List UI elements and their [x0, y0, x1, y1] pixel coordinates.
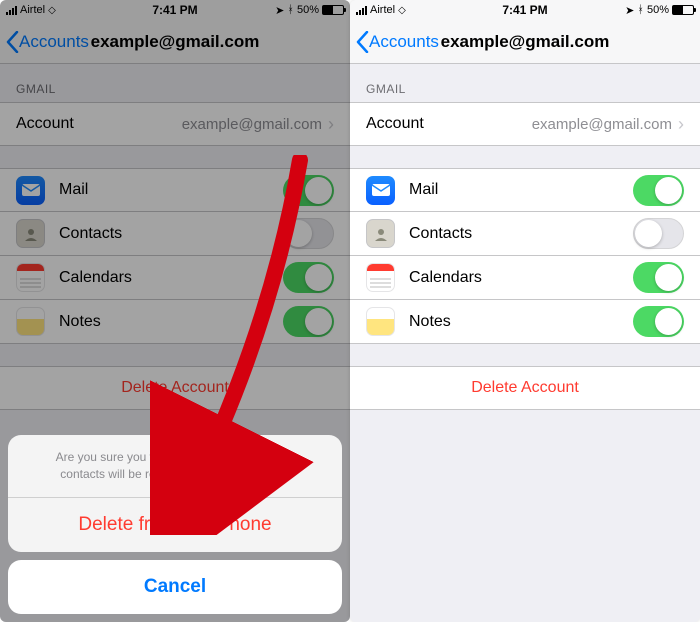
carrier-label: Airtel [370, 4, 395, 16]
delete-account-button[interactable]: Delete Account [350, 366, 700, 410]
signal-bars-icon [356, 6, 367, 15]
section-header-gmail: GMAIL [350, 64, 700, 102]
service-label: Notes [409, 313, 633, 331]
battery-icon [672, 5, 694, 15]
battery-pct: 50% [647, 4, 669, 16]
service-label: Contacts [409, 225, 633, 243]
toggle-mail[interactable] [633, 175, 684, 206]
mail-icon [366, 176, 395, 205]
wifi-icon: ◇ [398, 5, 406, 16]
service-label: Mail [409, 181, 633, 199]
content-area: GMAIL Account example@gmail.com › Mail C… [350, 64, 700, 622]
service-row-calendars: Calendars [350, 256, 700, 300]
calendar-icon [366, 263, 395, 292]
chevron-left-icon [356, 31, 369, 53]
action-sheet: Are you sure you want to continue? All G… [8, 435, 342, 614]
account-value: example@gmail.com [424, 116, 678, 133]
toggle-notes[interactable] [633, 306, 684, 337]
notes-icon [366, 307, 395, 336]
account-row[interactable]: Account example@gmail.com › [350, 102, 700, 146]
toggle-contacts[interactable] [633, 218, 684, 249]
services-group: Mail Contacts Calendars Notes [350, 168, 700, 344]
service-row-contacts: Contacts [350, 212, 700, 256]
bluetooth-icon: ᚼ [637, 4, 644, 16]
sheet-delete-button[interactable]: Delete from My iPhone [8, 497, 342, 552]
service-row-notes: Notes [350, 300, 700, 344]
location-icon: ➤ [625, 4, 634, 17]
toggle-calendars[interactable] [633, 262, 684, 293]
screenshot-right: Airtel ◇ 7:41 PM ➤ ᚼ 50% Accounts exampl… [350, 0, 700, 622]
back-label: Accounts [369, 32, 439, 52]
contacts-icon [366, 219, 395, 248]
status-bar: Airtel ◇ 7:41 PM ➤ ᚼ 50% [350, 0, 700, 20]
service-row-mail: Mail [350, 168, 700, 212]
service-label: Calendars [409, 269, 633, 287]
screenshot-left: Airtel ◇ 7:41 PM ➤ ᚼ 50% Accounts exampl… [0, 0, 350, 622]
nav-bar: Accounts example@gmail.com [350, 20, 700, 64]
back-button[interactable]: Accounts [350, 31, 439, 53]
sheet-message: Are you sure you want to continue? All G… [8, 435, 342, 497]
chevron-right-icon: › [678, 114, 684, 135]
sheet-cancel-button[interactable]: Cancel [8, 560, 342, 614]
account-label: Account [366, 115, 424, 133]
